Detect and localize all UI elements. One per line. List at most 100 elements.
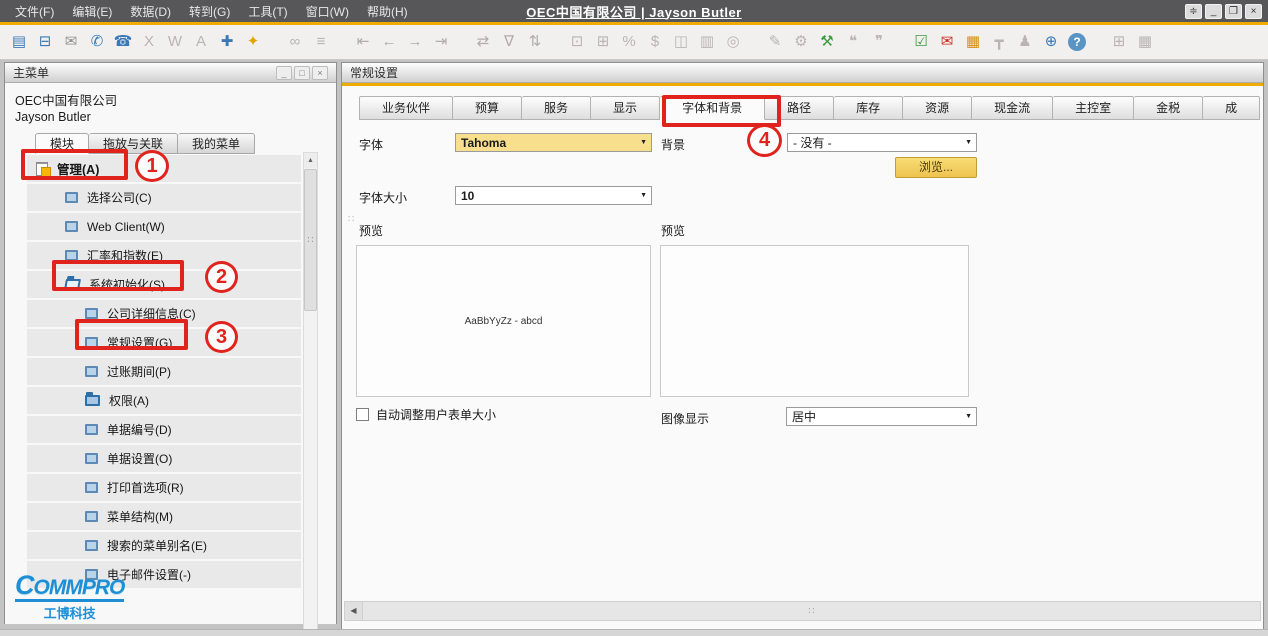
tab-budget[interactable]: 预算 xyxy=(453,96,522,120)
restore-button[interactable]: ❐ xyxy=(1225,4,1242,19)
query-icon[interactable]: ◎ xyxy=(722,31,744,53)
tree-item-general-settings[interactable]: 常规设置(G) xyxy=(27,329,301,356)
scroll-left-button[interactable]: ◀ xyxy=(345,602,363,620)
last-record-icon[interactable]: ⇥ xyxy=(430,31,452,53)
web-browser-icon[interactable]: ⊕ xyxy=(1040,31,1062,53)
dropdown-arrow-icon[interactable]: ▼ xyxy=(961,413,976,420)
checklist-icon[interactable]: ☑ xyxy=(910,31,932,53)
menu-window[interactable]: 窗口(W) xyxy=(297,3,358,20)
first-record-icon[interactable]: ⇤ xyxy=(352,31,374,53)
export-pdf-icon[interactable]: A xyxy=(190,31,212,53)
tree-item-system-initialization[interactable]: 系统初始化(S) xyxy=(27,271,301,298)
tree-scrollbar[interactable]: ▲ ∷ ▼ xyxy=(303,152,318,636)
tree-item-print-preferences[interactable]: 打印首选项(R) xyxy=(27,474,301,501)
help-icon[interactable]: ? xyxy=(1068,33,1086,51)
font-combo[interactable]: Tahoma ▼ xyxy=(455,133,652,152)
main-menu-minimize-button[interactable]: _ xyxy=(276,66,292,80)
copy-to-icon[interactable]: ⊞ xyxy=(592,31,614,53)
customize-icon[interactable]: ≑ xyxy=(1185,4,1202,19)
scroll-up-button[interactable]: ▲ xyxy=(304,153,317,168)
horizontal-scrollbar[interactable]: ◀ ∷ xyxy=(344,601,1261,621)
dropdown-arrow-icon[interactable]: ▼ xyxy=(636,139,651,146)
tab-paths[interactable]: 路径 xyxy=(765,96,834,120)
font-size-combo[interactable]: 10 ▼ xyxy=(455,186,652,205)
alert-mail-icon[interactable]: ✉ xyxy=(936,31,958,53)
tab-inventory[interactable]: 库存 xyxy=(834,96,903,120)
scrollbar-thumb[interactable]: ∷ xyxy=(304,169,317,311)
sort-icon[interactable]: ⇅ xyxy=(524,31,546,53)
splitter-grip[interactable]: ∷ xyxy=(348,214,354,225)
menu-edit[interactable]: 编辑(E) xyxy=(63,3,121,20)
lock-screen-icon[interactable]: ✦ xyxy=(242,31,264,53)
list-icon[interactable]: ≡ xyxy=(310,31,332,53)
autosize-checkbox[interactable] xyxy=(356,408,369,421)
tab-fonts-and-backgrounds[interactable]: 字体和背景 xyxy=(660,96,765,120)
send-message-icon[interactable]: ❞ xyxy=(868,31,890,53)
tree-item-menu-structure[interactable]: 菜单结构(M) xyxy=(27,503,301,530)
menu-data[interactable]: 数据(D) xyxy=(121,3,180,20)
dropdown-arrow-icon[interactable]: ▼ xyxy=(961,139,976,146)
refresh-icon[interactable]: ⇄ xyxy=(472,31,494,53)
print-icon[interactable]: ⊟ xyxy=(34,31,56,53)
tree-item-exchange-rates-indexes[interactable]: 汇率和指数(E) xyxy=(27,242,301,269)
menu-tools[interactable]: 工具(T) xyxy=(239,3,296,20)
form-settings-icon[interactable]: ⚙ xyxy=(790,31,812,53)
copy-from-icon[interactable]: ⊡ xyxy=(566,31,588,53)
volume-weight-icon[interactable]: ◫ xyxy=(670,31,692,53)
filter-icon[interactable]: ∇ xyxy=(498,31,520,53)
main-menu-close-button[interactable]: × xyxy=(312,66,328,80)
status-strip xyxy=(0,629,1268,636)
tab-my-menu[interactable]: 我的菜单 xyxy=(178,133,255,154)
tree-item-choose-company[interactable]: 选择公司(C) xyxy=(27,184,301,211)
email-icon[interactable]: ✉ xyxy=(60,31,82,53)
tree-item-administration[interactable]: 管理(A) xyxy=(27,155,301,182)
payment-means-icon[interactable]: $ xyxy=(644,31,666,53)
user-icon[interactable]: ♟ xyxy=(1014,31,1036,53)
minimize-button[interactable]: _ xyxy=(1205,4,1222,19)
tab-business-partners[interactable]: 业务伙伴 xyxy=(359,96,453,120)
journal-entry-icon[interactable]: ▥ xyxy=(696,31,718,53)
browse-button[interactable]: 浏览... xyxy=(895,157,977,178)
menu-goto[interactable]: 转到(G) xyxy=(180,3,239,20)
tab-services[interactable]: 服务 xyxy=(522,96,591,120)
tree-item-posting-periods[interactable]: 过账期间(P) xyxy=(27,358,301,385)
tab-drag-and-relate[interactable]: 拖放与关联 xyxy=(89,133,178,154)
image-display-combo[interactable]: 居中 ▼ xyxy=(786,407,977,426)
calculator-b-icon[interactable]: ▦ xyxy=(1134,31,1156,53)
org-chart-icon[interactable]: ┳ xyxy=(988,31,1010,53)
calendar-icon[interactable]: ▦ xyxy=(962,31,984,53)
remarks-icon[interactable]: ❝ xyxy=(842,31,864,53)
tree-item-authorizations[interactable]: 权限(A) xyxy=(27,387,301,414)
tab-resources[interactable]: 资源 xyxy=(903,96,972,120)
export-word-icon[interactable]: W xyxy=(164,31,186,53)
tab-golden-tax[interactable]: 金税 xyxy=(1134,96,1203,120)
find-icon[interactable]: ∞ xyxy=(284,31,306,53)
next-record-icon[interactable]: → xyxy=(404,31,426,53)
tree-item-menu-search-alias[interactable]: 搜索的菜单别名(E) xyxy=(27,532,301,559)
tree-item-document-settings[interactable]: 单据设置(O) xyxy=(27,445,301,472)
print-preview-icon[interactable]: ▤ xyxy=(8,31,30,53)
dropdown-arrow-icon[interactable]: ▼ xyxy=(636,192,651,199)
tree-item-web-client[interactable]: Web Client(W) xyxy=(27,213,301,240)
background-combo[interactable]: - 没有 - ▼ xyxy=(787,133,977,152)
tab-cash-flow[interactable]: 现金流 xyxy=(972,96,1053,120)
calculator-a-icon[interactable]: ⊞ xyxy=(1108,31,1130,53)
edit-icon[interactable]: ✎ xyxy=(764,31,786,53)
export-excel-icon[interactable]: X xyxy=(138,31,160,53)
sms-icon[interactable]: ✆ xyxy=(86,31,108,53)
main-menu-maximize-button[interactable]: □ xyxy=(294,66,310,80)
tab-display[interactable]: 显示 xyxy=(591,96,660,120)
customize-tools-icon[interactable]: ⚒ xyxy=(816,31,838,53)
launch-application-icon[interactable]: ✚ xyxy=(216,31,238,53)
tree-item-company-details[interactable]: 公司详细信息(C) xyxy=(27,300,301,327)
gross-profit-icon[interactable]: % xyxy=(618,31,640,53)
tab-cost-truncated[interactable]: 成 xyxy=(1203,96,1260,120)
tree-item-document-numbering[interactable]: 单据编号(D) xyxy=(27,416,301,443)
previous-record-icon[interactable]: ← xyxy=(378,31,400,53)
menu-help[interactable]: 帮助(H) xyxy=(358,3,417,20)
close-button[interactable]: × xyxy=(1245,4,1262,19)
fax-icon[interactable]: ☎ xyxy=(112,31,134,53)
tab-cockpit[interactable]: 主控室 xyxy=(1053,96,1134,120)
menu-file[interactable]: 文件(F) xyxy=(6,3,63,20)
tab-modules[interactable]: 模块 xyxy=(35,133,89,154)
